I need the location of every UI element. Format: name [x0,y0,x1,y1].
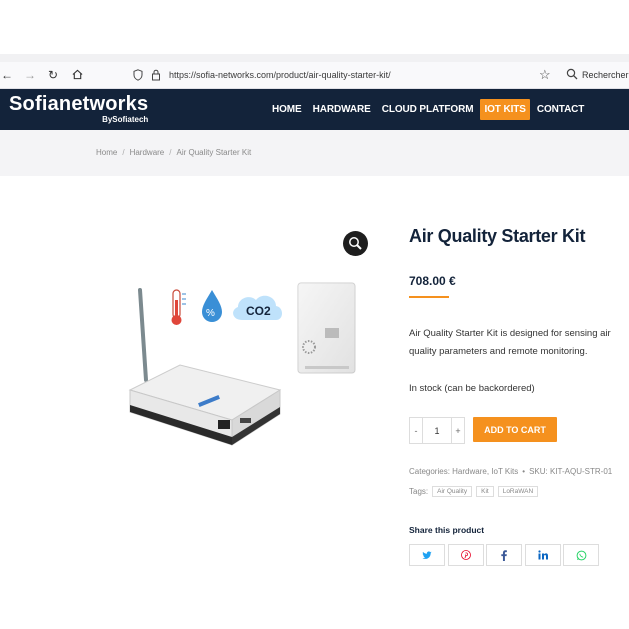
shield-icon [133,69,143,81]
url-text[interactable]: https://sofia-networks.com/product/air-q… [169,64,391,86]
quantity-increase-button[interactable]: + [452,418,464,443]
breadcrumb: Home / Hardware / Air Quality Starter Kit [96,130,251,176]
linkedin-icon [537,550,548,560]
meta-separator: • [522,467,526,476]
product-title: Air Quality Starter Kit [409,226,586,246]
quantity-decrease-button[interactable]: - [410,418,422,443]
share-facebook-button[interactable] [486,544,522,566]
humidity-drop-icon: % [202,290,222,322]
breadcrumb-bar: Home / Hardware / Air Quality Starter Kit [0,130,629,176]
zoom-icon [349,237,362,250]
logo-subtitle: BySofiatech [102,115,149,124]
site-logo[interactable]: Sofianetworks BySofiatech [9,93,149,124]
share-whatsapp-button[interactable] [563,544,599,566]
share-twitter-button[interactable] [409,544,445,566]
menu-item-iot-kits[interactable]: IOT KITS [480,99,530,120]
search-placeholder: Rechercher [582,70,629,80]
product-tags: Tags: Air Quality Kit LoRaWAN [409,486,539,497]
sensor-device [297,282,356,374]
back-arrow-icon[interactable]: ← [0,62,14,88]
product-image[interactable]: % CO2 [120,280,370,455]
lock-icon [152,69,160,81]
share-linkedin-button[interactable] [524,544,561,566]
main-menu: HOME HARDWARE CLOUD PLATFORM IOT KITS CO… [268,89,588,130]
menu-item-cloud-platform[interactable]: CLOUD PLATFORM [378,99,478,120]
categories-links[interactable]: Hardware, IoT Kits [452,467,518,476]
price-divider [409,296,449,298]
forward-arrow-icon[interactable]: → [23,62,37,88]
quantity-input[interactable]: 1 [422,418,452,443]
browser-tab-strip [0,54,629,62]
twitter-icon [422,550,432,559]
breadcrumb-separator: / [122,148,125,157]
svg-text:%: % [206,308,215,319]
share-title: Share this product [409,525,485,535]
share-pinterest-button[interactable] [447,544,484,566]
product-price: 708.00 € [409,274,456,288]
sku-value: KIT-AQU-STR-01 [549,467,613,476]
product-description: Air Quality Starter Kit is designed for … [409,328,611,357]
site-header: Sofianetworks BySofiatech HOME HARDWARE … [0,89,629,130]
co2-label: CO2 [246,304,271,318]
add-to-cart-button[interactable]: ADD TO CART [473,417,557,442]
menu-item-home[interactable]: HOME [268,99,306,120]
whatsapp-icon [576,550,586,560]
menu-item-contact[interactable]: CONTACT [533,99,588,120]
share-buttons [409,544,602,566]
facebook-icon [501,549,507,561]
reload-icon[interactable]: ↻ [46,62,60,88]
browser-search-box[interactable]: Rechercher [560,64,629,86]
bookmark-star-icon[interactable]: ☆ [539,64,551,86]
menu-item-hardware[interactable]: HARDWARE [309,99,375,120]
tag-link[interactable]: LoRaWAN [497,486,539,497]
co2-cloud-icon: CO2 [233,295,282,320]
breadcrumb-current: Air Quality Starter Kit [176,148,252,157]
thermometer-icon [171,289,186,325]
product-meta: Categories: Hardware, IoT Kits • SKU: KIT-… [409,467,612,476]
sku-label: SKU: [529,467,548,476]
zoom-button[interactable] [343,231,368,256]
search-icon [566,68,578,80]
tags-label: Tags: [409,487,429,496]
categories-label: Categories: [409,467,450,476]
tag-link[interactable]: Kit [476,486,494,497]
breadcrumb-home[interactable]: Home [96,148,117,157]
breadcrumb-separator: / [169,148,172,157]
breadcrumb-hardware[interactable]: Hardware [130,148,165,157]
browser-toolbar: ← → ↻ https://sofia-networks.com/product… [0,62,629,89]
tag-link[interactable]: Air Quality [432,486,473,497]
pinterest-icon [460,550,471,560]
home-icon[interactable] [70,62,84,88]
address-bar[interactable]: https://sofia-networks.com/product/air-q… [125,64,555,86]
logo-text: Sofianetworks [9,93,149,115]
stock-status: In stock (can be backordered) [409,383,535,394]
quantity-stepper: - 1 + [409,417,465,444]
